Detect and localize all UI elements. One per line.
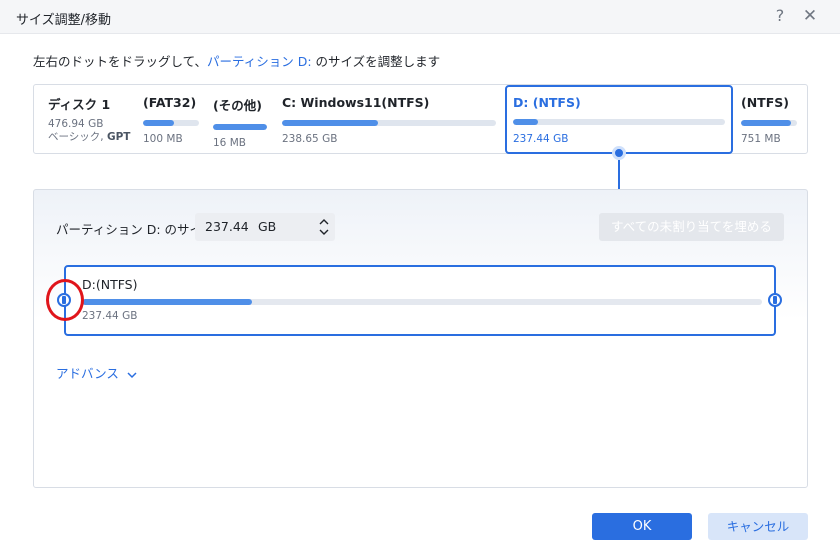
fill-unallocated-button[interactable]: すべての未割り当てを埋める: [599, 213, 784, 241]
title-bar: サイズ調整/移動 ? ✕: [0, 0, 840, 34]
partition-usage-fill: [143, 120, 174, 126]
resize-usage-fill: [82, 299, 252, 305]
partition-usage-fill: [513, 119, 539, 125]
partition-other[interactable]: (その他) 16 MB: [213, 95, 267, 149]
window-title: サイズ調整/移動: [16, 13, 111, 28]
chevron-down-icon: [127, 367, 137, 382]
partition-c[interactable]: C: Windows11(NTFS) 238.65 GB: [282, 95, 496, 145]
disk-name: ディスク 1: [48, 97, 111, 112]
partition-name: (その他): [213, 98, 262, 113]
help-icon[interactable]: ?: [772, 6, 788, 25]
partition-size: 238.65 GB: [282, 133, 338, 145]
resize-usage-bar: [82, 299, 762, 305]
resize-partition-size: 237.44 GB: [82, 310, 138, 322]
close-icon[interactable]: ✕: [802, 6, 818, 26]
partition-usage-bar: [213, 124, 267, 130]
partition-name: (FAT32): [143, 95, 197, 110]
partition-usage-fill: [282, 120, 379, 126]
partition-size-input[interactable]: 237.44 GB: [195, 213, 335, 241]
disk-type-bold: GPT: [106, 131, 131, 143]
partition-ntfs-recovery[interactable]: (NTFS) 751 MB: [741, 95, 797, 145]
partition-size: 100 MB: [143, 133, 183, 145]
partition-size: 16 MB: [213, 137, 246, 149]
partition-usage-fill: [741, 120, 792, 126]
partition-usage-bar: [741, 120, 797, 126]
partition-size-label: パーティション D: のサイズ: [56, 222, 215, 237]
right-resize-handle[interactable]: [768, 293, 782, 307]
partition-name: D: (NTFS): [513, 95, 581, 110]
size-value[interactable]: 237.44: [205, 219, 249, 234]
resize-partition-name: D:(NTFS): [82, 277, 138, 292]
partition-name: (NTFS): [741, 95, 789, 110]
partition-d-selected[interactable]: D: (NTFS) 237.44 GB: [505, 85, 733, 154]
partition-link: パーティション D:: [207, 54, 312, 69]
partition-size: 237.44 GB: [513, 133, 569, 145]
advanced-label: アドバンス: [56, 366, 119, 381]
partition-usage-fill: [213, 124, 267, 130]
disk-details: 476.94 GB ベーシック, GPT: [48, 118, 130, 144]
size-unit: GB: [258, 219, 277, 234]
connector-dot: [612, 146, 626, 160]
size-stepper-icon[interactable]: [318, 216, 330, 238]
ok-button[interactable]: OK: [592, 513, 692, 540]
partition-usage-bar: [513, 119, 725, 125]
partition-name: C: Windows11(NTFS): [282, 95, 430, 110]
partition-usage-bar: [143, 120, 199, 126]
connector-line: [618, 160, 620, 189]
disk-capacity: 476.94 GB: [48, 118, 104, 130]
disk-info: ディスク 1 476.94 GB ベーシック, GPT: [48, 94, 130, 144]
disk-type: ベーシック, GPT: [48, 131, 130, 144]
instruction-suffix: のサイズを調整します: [311, 54, 441, 69]
advanced-toggle[interactable]: アドバンス: [56, 363, 137, 382]
instruction-prefix: 左右のドットをドラッグして、: [33, 54, 208, 69]
highlight-ring: [46, 279, 84, 321]
cancel-button[interactable]: キャンセル: [708, 513, 808, 540]
disk-type-prefix: ベーシック,: [48, 131, 107, 143]
instruction-text: 左右のドットをドラッグして、パーティション D: のサイズを調整します: [33, 51, 440, 70]
partition-size: 751 MB: [741, 133, 781, 145]
partition-fat32[interactable]: (FAT32) 100 MB: [143, 95, 199, 145]
partition-resize-box[interactable]: D:(NTFS) 237.44 GB: [64, 265, 776, 336]
partition-usage-bar: [282, 120, 496, 126]
